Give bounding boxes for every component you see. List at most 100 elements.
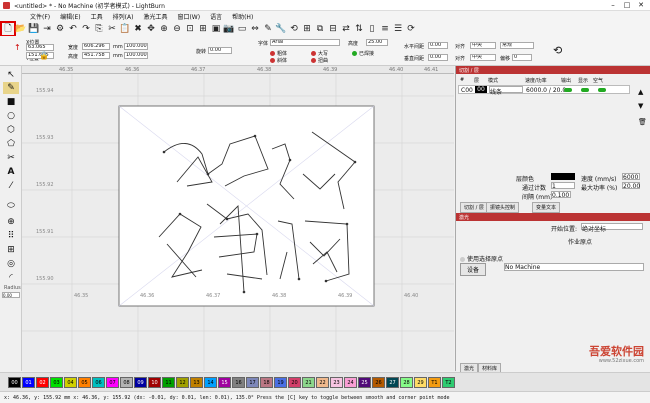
distort-checkbox[interactable]: 扭曲	[318, 58, 328, 64]
height-input[interactable]: 451.758	[82, 52, 110, 59]
maxpower-input[interactable]: 20.00	[622, 182, 640, 190]
menu-laser-tools[interactable]: 激光工具	[143, 12, 167, 21]
align-x-select[interactable]: 中央	[470, 42, 496, 49]
palette-swatch[interactable]: 07	[106, 377, 119, 388]
palette-swatch[interactable]: T1	[428, 377, 441, 388]
menu-window[interactable]: 窗口(W)	[177, 12, 200, 21]
menu-edit[interactable]: 编辑(E)	[60, 12, 80, 21]
align-mode-select[interactable]: 常规	[500, 42, 534, 49]
maximize-button[interactable]: □	[620, 0, 634, 10]
circular-array-icon[interactable]: ◎	[3, 258, 19, 270]
air-toggle[interactable]	[598, 88, 606, 92]
start-from-select[interactable]: 绝对坐标	[581, 223, 643, 233]
palette-swatch[interactable]: 24	[344, 377, 357, 388]
pentagon-tool-icon[interactable]: ⬠	[3, 138, 19, 150]
select-tool-icon[interactable]: ↖	[3, 69, 19, 81]
flip-v-icon[interactable]: ⇅	[353, 23, 365, 35]
menu-tools[interactable]: 工具	[91, 12, 103, 21]
menu-file[interactable]: 文件(F)	[30, 12, 50, 21]
interval-input[interactable]: 0.100	[551, 191, 571, 199]
palette-swatch[interactable]: 00	[8, 377, 21, 388]
hspacing-input[interactable]: 0.00	[428, 42, 448, 49]
zoom-in-icon[interactable]: ⊕	[158, 23, 170, 35]
palette-swatch[interactable]: 23	[330, 377, 343, 388]
trace-icon[interactable]: ⟲	[288, 23, 300, 35]
x-position-input[interactable]: 63.065	[26, 44, 54, 51]
font-select[interactable]: Arial	[270, 39, 340, 46]
palette-swatch[interactable]: 01	[22, 377, 35, 388]
palette-swatch[interactable]: 08	[120, 377, 133, 388]
grid-icon[interactable]: ⊞	[301, 23, 313, 35]
cut-tool-icon[interactable]: ✂	[3, 152, 19, 164]
measure-tool-icon[interactable]: ⁄	[3, 180, 19, 192]
position-laser-icon[interactable]: ⊕	[3, 216, 19, 228]
height-percent-input[interactable]: 100.000	[124, 52, 148, 59]
palette-swatch[interactable]: 03	[50, 377, 63, 388]
show-toggle[interactable]	[581, 88, 589, 92]
grid-array-icon[interactable]: ⊞	[3, 244, 19, 256]
frame-icon[interactable]: ▣	[210, 23, 222, 35]
tab-galvo-control[interactable]: 振镜头控制	[486, 202, 520, 213]
lock-icon[interactable]: 🔒	[39, 51, 49, 60]
palette-swatch[interactable]: 06	[92, 377, 105, 388]
measure-icon[interactable]: ⇔	[249, 23, 261, 35]
rotate-icon[interactable]: ⟳	[405, 23, 417, 35]
import-icon[interactable]: ⇥	[41, 23, 53, 35]
palette-swatch[interactable]: 14	[204, 377, 217, 388]
palette-swatch[interactable]: 22	[316, 377, 329, 388]
palette-swatch[interactable]: T2	[442, 377, 455, 388]
undo-icon[interactable]: ↶	[67, 23, 79, 35]
menu-arrange[interactable]: 排列(A)	[113, 12, 134, 21]
wrench-icon[interactable]: 🔧	[275, 23, 287, 35]
palette-swatch[interactable]: 02	[36, 377, 49, 388]
cut-icon[interactable]: ✂	[106, 23, 118, 35]
minimize-button[interactable]: –	[606, 0, 620, 10]
mirror-icon[interactable]: ▯	[366, 23, 378, 35]
zoom-page-icon[interactable]: ⊞	[197, 23, 209, 35]
tools-icon[interactable]: ✎	[262, 23, 274, 35]
palette-swatch[interactable]: 16	[232, 377, 245, 388]
welded-checkbox[interactable]: 已焊接	[359, 51, 374, 57]
polygon-tool-icon[interactable]: ⬡	[3, 124, 19, 136]
text-tool-icon[interactable]: A	[3, 166, 19, 178]
offset-tool-icon[interactable]: ⬭	[3, 200, 19, 212]
paste-icon[interactable]: 📋	[119, 23, 131, 35]
passes-input[interactable]: 1	[551, 182, 575, 190]
palette-swatch[interactable]: 20	[288, 377, 301, 388]
palette-swatch[interactable]: 17	[246, 377, 259, 388]
palette-swatch[interactable]: 21	[302, 377, 315, 388]
palette-swatch[interactable]: 28	[400, 377, 413, 388]
delete-icon[interactable]: ✖	[132, 23, 144, 35]
new-file-icon[interactable]: 🗋	[0, 21, 16, 37]
menu-help[interactable]: 帮助(H)	[232, 12, 253, 21]
palette-swatch[interactable]: 13	[190, 377, 203, 388]
layer-mode-select[interactable]: 线条	[489, 86, 523, 96]
copy-icon[interactable]: ⎘	[93, 23, 105, 35]
palette-swatch[interactable]: 25	[358, 377, 371, 388]
apply-path-icon[interactable]: ⟲	[553, 44, 562, 57]
italic-checkbox[interactable]: 斜体	[277, 58, 287, 64]
layer-color-box[interactable]	[551, 173, 575, 180]
save-icon[interactable]: 💾	[28, 23, 40, 35]
rotate-input[interactable]: 0.00	[208, 47, 232, 54]
palette-swatch[interactable]: 27	[386, 377, 399, 388]
use-selection-origin-checkbox[interactable]: 使用选择原点	[467, 256, 503, 263]
palette-swatch[interactable]: 29	[414, 377, 427, 388]
layer-row[interactable]: C00 00 线条 6000.0 / 20.0	[458, 85, 630, 96]
tab-variable-text[interactable]: 变量文本	[532, 202, 561, 213]
open-icon[interactable]: 📂	[15, 23, 27, 35]
ungroup-icon[interactable]: ⊟	[327, 23, 339, 35]
text-height-input[interactable]: 25.00	[366, 39, 388, 46]
camera-icon[interactable]: 📷	[223, 23, 235, 35]
redo-icon[interactable]: ↷	[80, 23, 92, 35]
palette-swatch[interactable]: 04	[64, 377, 77, 388]
ellipse-tool-icon[interactable]: ○	[3, 110, 19, 122]
monitor-icon[interactable]: ▭	[236, 23, 248, 35]
palette-swatch[interactable]: 12	[176, 377, 189, 388]
move-down-icon[interactable]: ▼	[638, 102, 643, 110]
devices-button[interactable]: 设备	[460, 263, 487, 276]
radius-input[interactable]: 0.00	[2, 292, 20, 298]
group-icon[interactable]: ⧉	[314, 23, 326, 35]
palette-swatch[interactable]: 19	[274, 377, 287, 388]
offset-input[interactable]: 0	[512, 54, 532, 61]
